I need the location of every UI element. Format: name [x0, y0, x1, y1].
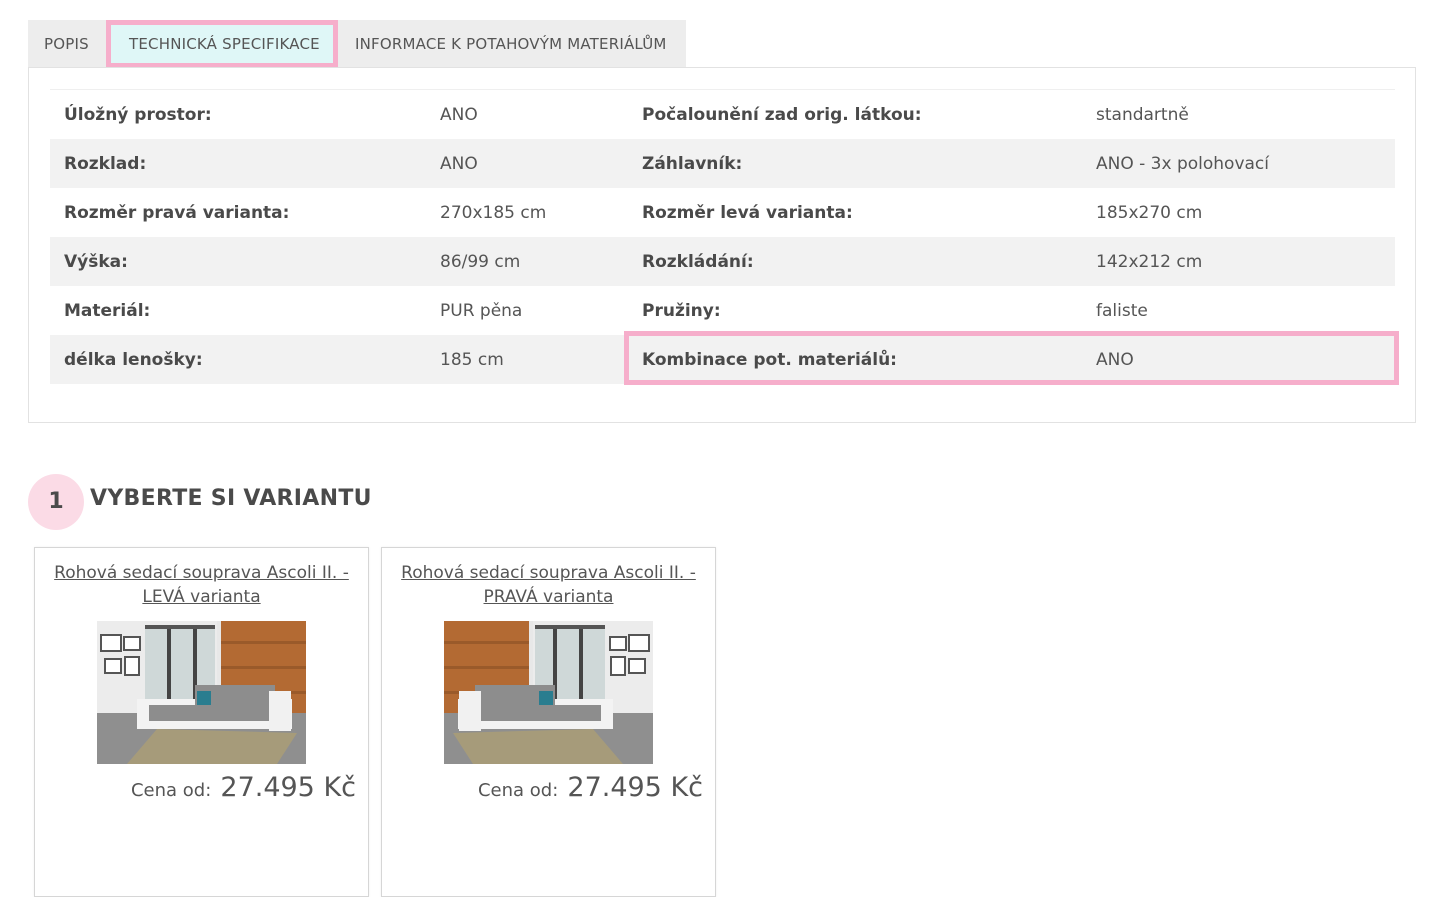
spec-value: ANO — [440, 139, 642, 188]
spec-key: Kombinace pot. materiálů: — [642, 335, 1096, 384]
spec-value: 185 cm — [440, 335, 642, 384]
spec-value: 185x270 cm — [1096, 188, 1395, 237]
spec-table: Úložný prostor: ANO Počalounění zad orig… — [50, 89, 1395, 384]
spec-row: délka lenošky: 185 cm Kombinace pot. mat… — [50, 335, 1395, 384]
sofa-photo-icon[interactable] — [444, 621, 653, 764]
price-label: Cena od: — [130, 780, 212, 801]
spec-key: Rozměr pravá varianta: — [50, 188, 440, 237]
spec-key: Záhlavník: — [642, 139, 1096, 188]
spec-row: Výška: 86/99 cm Rozkládání: 142x212 cm — [50, 237, 1395, 286]
tab-technicka-specifikace[interactable]: TECHNICKÁ SPECIFIKACE — [106, 20, 338, 68]
price-label: Cena od: — [477, 780, 559, 801]
variant-card-left[interactable]: Rohová sedací souprava Ascoli II. - LEVÁ… — [34, 547, 369, 897]
spec-key: Výška: — [50, 237, 440, 286]
spec-value: ANO — [440, 89, 642, 139]
price-value: 27.495 Kč — [567, 772, 703, 803]
section-title: VYBERTE SI VARIANTU — [90, 486, 372, 511]
step-number-badge: 1 — [28, 474, 84, 530]
variant-price: Cena od: 27.495 Kč — [478, 772, 703, 803]
spec-value: standartně — [1096, 89, 1395, 139]
spec-key: Materiál: — [50, 286, 440, 335]
sofa-photo-icon[interactable] — [97, 621, 306, 764]
spec-value: PUR pěna — [440, 286, 642, 335]
spec-value: 86/99 cm — [440, 237, 642, 286]
spec-row: Materiál: PUR pěna Pružiny: faliste — [50, 286, 1395, 335]
variant-title-line1: Rohová sedací souprava Ascoli II. - — [401, 563, 696, 583]
spec-key: Počalounění zad orig. látkou: — [642, 89, 1096, 139]
spec-key: Rozklad: — [50, 139, 440, 188]
spec-row: Rozklad: ANO Záhlavník: ANO - 3x polohov… — [50, 139, 1395, 188]
tab-informace-k-potahovym-materialum[interactable]: INFORMACE K POTAHOVÝM MATERIÁLŮM — [338, 20, 686, 68]
spec-row: Úložný prostor: ANO Počalounění zad orig… — [50, 89, 1395, 139]
spec-key: délka lenošky: — [50, 335, 440, 384]
spec-value: faliste — [1096, 286, 1395, 335]
variant-title-line1: Rohová sedací souprava Ascoli II. - — [54, 563, 349, 583]
spec-key: Pružiny: — [642, 286, 1096, 335]
spec-key: Rozkládání: — [642, 237, 1096, 286]
tab-bar: POPIS TECHNICKÁ SPECIFIKACE INFORMACE K … — [28, 20, 686, 68]
spec-panel: Úložný prostor: ANO Počalounění zad orig… — [28, 67, 1416, 423]
spec-value: ANO - 3x polohovací — [1096, 139, 1395, 188]
variant-price: Cena od: 27.495 Kč — [131, 772, 356, 803]
variant-card-right[interactable]: Rohová sedací souprava Ascoli II. - PRAV… — [381, 547, 716, 897]
variant-title-line2: LEVÁ varianta — [142, 587, 261, 607]
variant-link[interactable]: Rohová sedací souprava Ascoli II. - LEVÁ… — [45, 561, 358, 609]
spec-value: ANO — [1096, 335, 1395, 384]
price-value: 27.495 Kč — [220, 772, 356, 803]
tab-popis[interactable]: POPIS — [28, 20, 106, 68]
variant-link[interactable]: Rohová sedací souprava Ascoli II. - PRAV… — [392, 561, 705, 609]
variant-title-line2: PRAVÁ varianta — [483, 587, 614, 607]
spec-key: Rozměr levá varianta: — [642, 188, 1096, 237]
spec-key: Úložný prostor: — [50, 89, 440, 139]
spec-value: 142x212 cm — [1096, 237, 1395, 286]
spec-row: Rozměr pravá varianta: 270x185 cm Rozměr… — [50, 188, 1395, 237]
spec-value: 270x185 cm — [440, 188, 642, 237]
